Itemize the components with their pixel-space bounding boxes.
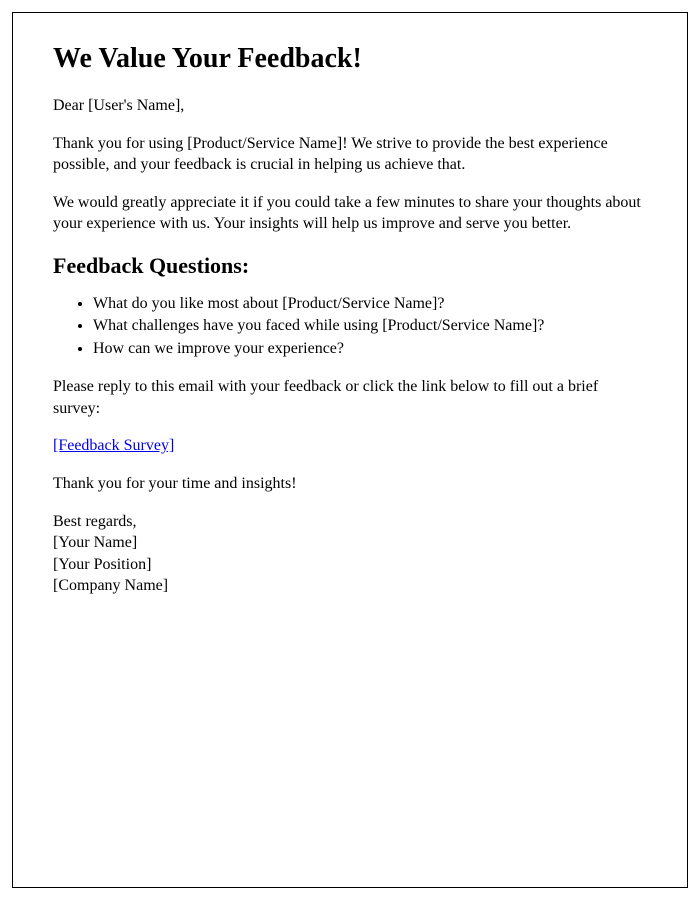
survey-link-paragraph: [Feedback Survey] [53,435,647,457]
feedback-survey-link[interactable]: [Feedback Survey] [53,437,174,454]
questions-heading: Feedback Questions: [53,253,647,279]
question-item: What challenges have you faced while usi… [93,315,647,337]
signoff-name: [Your Name] [53,532,647,554]
signature-block: Best regards, [Your Name] [Your Position… [53,511,647,597]
thanks-text: Thank you for your time and insights! [53,473,647,495]
question-item: How can we improve your experience? [93,338,647,360]
signoff-position: [Your Position] [53,554,647,576]
question-item: What do you like most about [Product/Ser… [93,293,647,315]
reply-prompt: Please reply to this email with your fee… [53,376,647,419]
signoff-company: [Company Name] [53,575,647,597]
greeting-text: Dear [User's Name], [53,95,647,117]
document-page: We Value Your Feedback! Dear [User's Nam… [12,12,688,888]
questions-list: What do you like most about [Product/Ser… [93,293,647,360]
page-title: We Value Your Feedback! [53,43,647,75]
intro-paragraph-1: Thank you for using [Product/Service Nam… [53,133,647,176]
intro-paragraph-2: We would greatly appreciate it if you co… [53,192,647,235]
signoff-regards: Best regards, [53,511,647,533]
